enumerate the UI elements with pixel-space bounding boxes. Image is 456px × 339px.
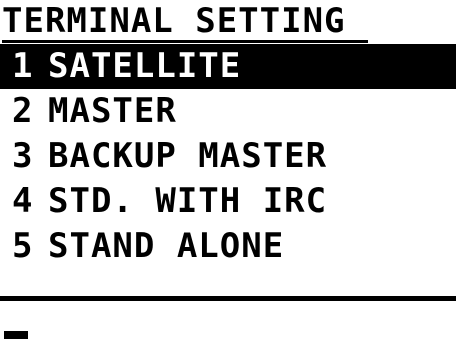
- terminal-setting-screen: TERMINAL SETTING 1 SATELLITE 2 MASTER 3 BAC…: [0, 0, 456, 339]
- menu-item-master[interactable]: 2 MASTER: [0, 89, 456, 134]
- menu-item-satellite[interactable]: 1 SATELLITE: [0, 44, 456, 89]
- menu-item-number: 1: [12, 46, 34, 86]
- menu-item-number: 5: [12, 226, 34, 266]
- menu-item-backup-master[interactable]: 3 BACKUP MASTER: [0, 134, 456, 179]
- menu-item-label: MASTER: [48, 91, 177, 131]
- menu-item-label: BACKUP MASTER: [48, 136, 328, 176]
- menu-item-number: 3: [12, 136, 34, 176]
- screen-title: TERMINAL SETTING: [2, 2, 368, 43]
- menu-item-stand-alone[interactable]: 5 STAND ALONE: [0, 224, 456, 269]
- menu-list: 1 SATELLITE 2 MASTER 3 BACKUP MASTER 4 STD. …: [0, 44, 456, 269]
- entry-line[interactable]: [0, 301, 456, 339]
- menu-item-label: SATELLITE: [48, 46, 242, 86]
- menu-item-label: STD. WITH IRC: [48, 181, 328, 221]
- menu-item-std-with-irc[interactable]: 4 STD. WITH IRC: [0, 179, 456, 224]
- menu-item-label: STAND ALONE: [48, 226, 285, 266]
- menu-item-number: 2: [12, 91, 34, 131]
- menu-item-number: 4: [12, 181, 34, 221]
